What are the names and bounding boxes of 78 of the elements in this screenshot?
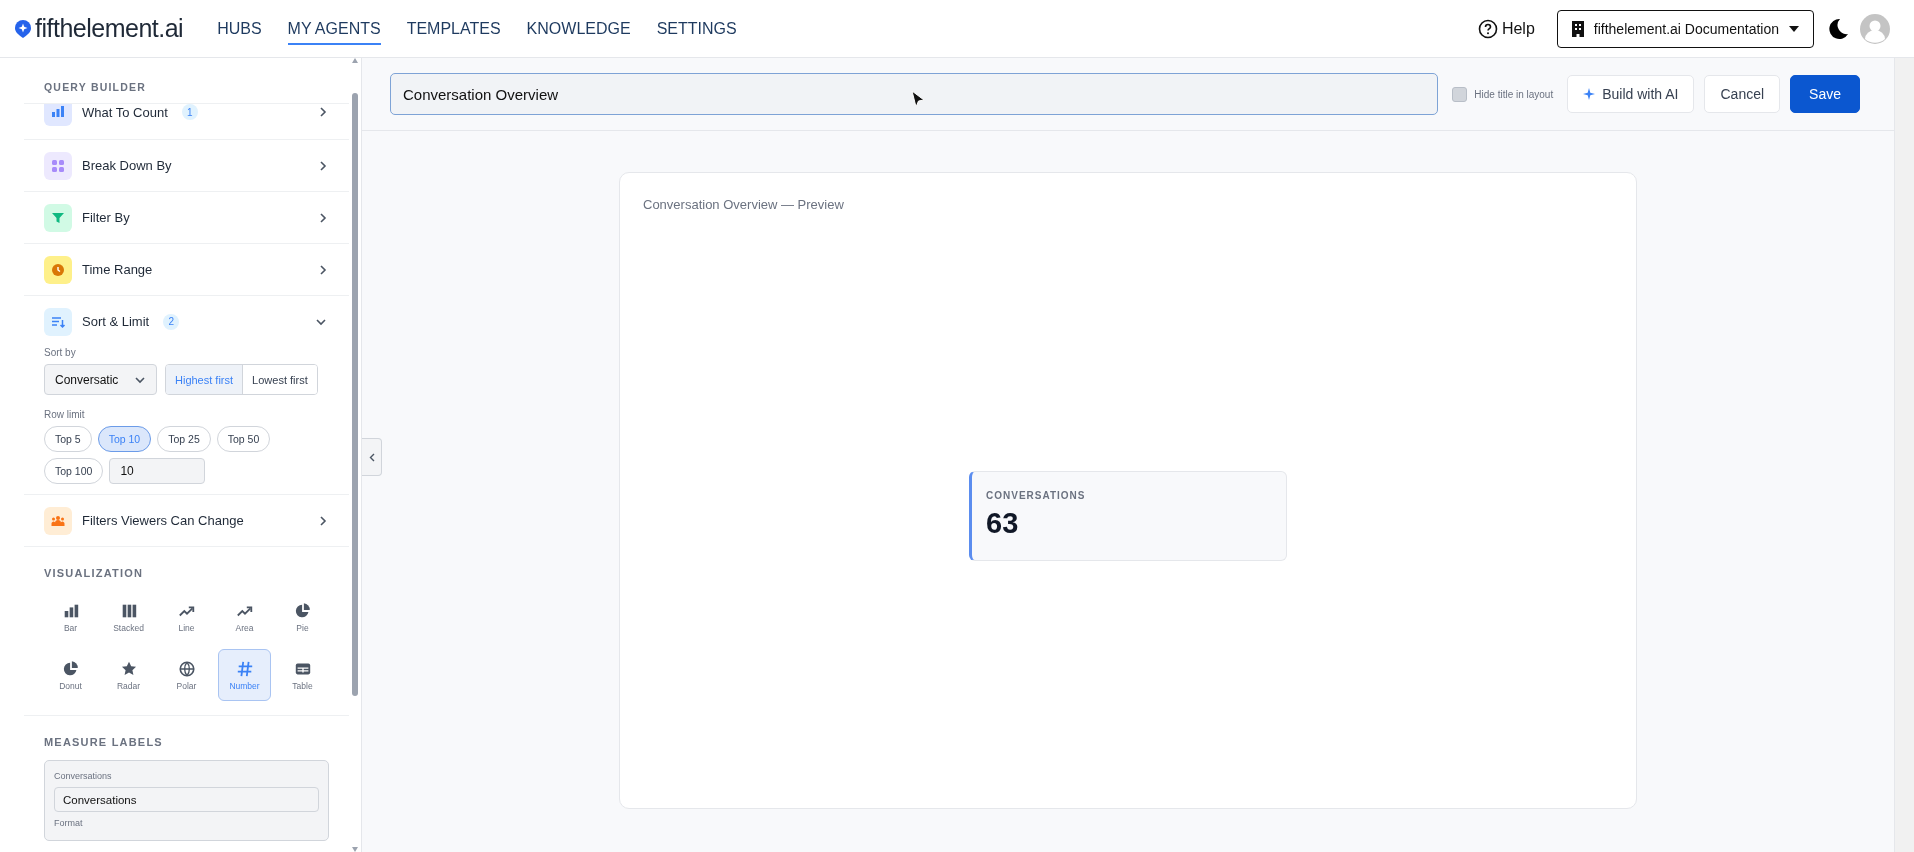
chart-type-option[interactable]: Donut xyxy=(44,649,97,701)
chevron-down-icon xyxy=(315,317,328,326)
limit-chip[interactable]: Top 100 xyxy=(44,458,104,484)
chart-type-option[interactable]: Line xyxy=(160,591,213,643)
field-label: Row limit xyxy=(44,409,86,420)
limit-chip[interactable]: Top 5 xyxy=(44,426,92,452)
clock-icon xyxy=(44,255,72,284)
scroll-up-icon[interactable] xyxy=(352,58,359,63)
section-header[interactable]: What To Count 1 xyxy=(24,104,350,138)
building-icon xyxy=(1571,20,1584,37)
sparkle-icon xyxy=(1583,88,1596,100)
sort-icon xyxy=(44,307,72,336)
chevron-right-icon xyxy=(319,211,328,224)
chevron-right-icon xyxy=(319,106,328,118)
section-title: QUERY BUILDER xyxy=(43,80,147,95)
chart-type-option[interactable]: Area xyxy=(218,591,271,643)
save-button[interactable]: Save xyxy=(1790,75,1860,113)
caret-icon xyxy=(1789,25,1799,32)
nav-tab[interactable]: KNOWLEDGE xyxy=(526,12,631,45)
sort-field-select[interactable]: Conversatic xyxy=(44,364,157,395)
workspace-dropdown[interactable]: fifthelement.ai Documentation xyxy=(1556,9,1814,48)
title-input[interactable]: Conversation Overview xyxy=(390,73,1439,115)
hide-title-checkbox[interactable]: Hide title in layout xyxy=(1452,86,1554,102)
section-header[interactable]: Sort & Limit 2 xyxy=(24,295,350,347)
logo-text: fifthelement.ai xyxy=(35,14,184,43)
question-icon xyxy=(1477,18,1498,39)
cursor-icon xyxy=(911,90,925,108)
nav-tab[interactable]: SETTINGS xyxy=(656,12,737,45)
chevron-right-icon xyxy=(319,159,328,172)
build-ai-button[interactable]: Build with AI xyxy=(1567,75,1695,113)
chart-type-option[interactable]: Table xyxy=(276,649,329,701)
preview-title: Conversation Overview — Preview xyxy=(643,197,845,212)
grid-icon xyxy=(44,151,72,180)
funnel-icon xyxy=(44,203,72,232)
section-header[interactable]: Break Down By xyxy=(24,139,350,191)
hash-icon xyxy=(235,659,254,678)
globe-icon xyxy=(177,659,196,678)
logo-icon xyxy=(15,19,31,38)
limit-chip[interactable]: Top 50 xyxy=(216,426,271,452)
bar-chart-icon xyxy=(44,104,72,126)
pie-icon xyxy=(293,601,312,620)
scroll-down-icon[interactable] xyxy=(352,847,359,852)
chevron-right-icon xyxy=(319,263,328,276)
cancel-button[interactable]: Cancel xyxy=(1704,75,1781,113)
order-option[interactable]: Lowest first xyxy=(242,365,317,394)
chevron-down-icon xyxy=(134,375,146,384)
field-label: Sort by xyxy=(44,347,77,358)
label-input[interactable]: Conversations xyxy=(54,787,320,812)
people-icon xyxy=(44,506,72,535)
metric-value: 63 xyxy=(986,507,1020,540)
section-header[interactable]: Filters Viewers Can Change xyxy=(24,494,350,546)
chart-type-option[interactable]: Radar xyxy=(102,649,155,701)
avatar-icon[interactable] xyxy=(1860,13,1890,44)
count-badge: 2 xyxy=(163,313,180,330)
nav-tab[interactable]: HUBS xyxy=(217,12,262,45)
scrollbar-thumb[interactable] xyxy=(352,93,359,696)
section-title: VISUALIZATION xyxy=(43,566,145,581)
limit-input[interactable]: 10 xyxy=(109,458,206,484)
moon-icon[interactable] xyxy=(1826,16,1850,41)
section-title: MEASURE LABELS xyxy=(43,735,164,750)
pie-icon xyxy=(61,659,80,678)
section-header[interactable]: Filter By xyxy=(24,191,350,243)
collapse-sidebar-button[interactable] xyxy=(362,438,382,476)
chart-type-option[interactable]: Bar xyxy=(44,591,97,643)
section-header[interactable]: Time Range xyxy=(24,243,350,295)
field-label: Conversations xyxy=(54,771,113,781)
chart-type-option[interactable]: Polar xyxy=(160,649,213,701)
chevron-right-icon xyxy=(319,514,328,527)
chevron-left-icon xyxy=(368,452,375,462)
metric-label: CONVERSATIONS xyxy=(986,490,1087,501)
chart-type-option[interactable]: Pie xyxy=(276,591,329,643)
nav-tab[interactable]: MY AGENTS xyxy=(287,12,381,45)
nav-tab[interactable]: TEMPLATES xyxy=(406,12,501,45)
help-button[interactable]: Help xyxy=(1471,17,1541,40)
count-badge: 1 xyxy=(181,104,198,120)
field-label: Format xyxy=(54,818,84,828)
limit-chip[interactable]: Top 25 xyxy=(157,426,211,452)
chart-type-option[interactable]: Stacked xyxy=(102,591,155,643)
